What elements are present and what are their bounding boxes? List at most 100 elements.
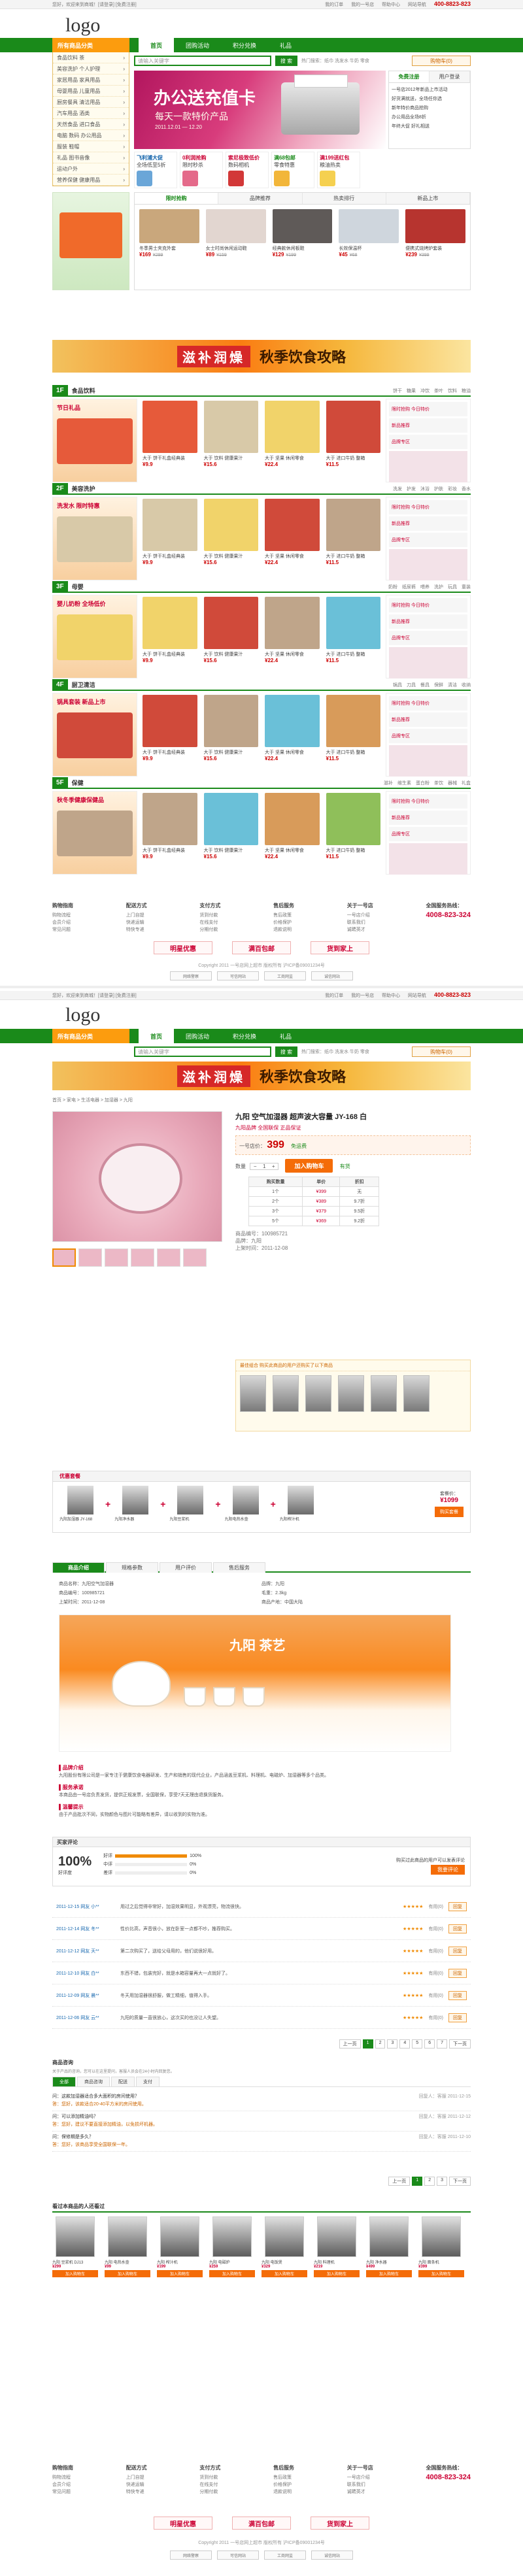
- package-item[interactable]: 九阳加湿器 JY-168: [59, 1486, 101, 1522]
- cert-badge[interactable]: 网络警察: [170, 971, 212, 980]
- add-to-cart-button[interactable]: 加入购物车: [209, 2270, 255, 2277]
- floor-subcategory-link[interactable]: 奶粉: [388, 585, 397, 590]
- add-to-cart-button[interactable]: 加入购物车: [418, 2270, 464, 2277]
- wide-promo-banner[interactable]: 滋补润燥 秋季饮食攻略: [52, 1062, 471, 1090]
- promo-tile[interactable]: 索尼极致低价 数码相机: [226, 152, 269, 188]
- useful-link[interactable]: 有用(0): [428, 1926, 443, 1932]
- product-card[interactable]: 大于 饮料 健康果汁 ¥15.6: [202, 399, 261, 469]
- plus-icon[interactable]: +: [269, 1163, 278, 1169]
- floor-side-image[interactable]: [389, 451, 467, 482]
- floor-side-ad[interactable]: 品牌专区: [389, 533, 467, 547]
- floor-name[interactable]: 美容洗护: [68, 484, 95, 493]
- review-user[interactable]: 2011-12-06 网友 云**: [56, 2015, 115, 2021]
- floor-subcategory-link[interactable]: 茶饮: [434, 781, 443, 786]
- product-card[interactable]: 大于 进口牛奶 整箱 ¥11.5: [324, 693, 383, 763]
- link-help[interactable]: 帮助中心: [382, 3, 400, 7]
- package-item[interactable]: 九阳榨汁机: [280, 1486, 322, 1522]
- product-card[interactable]: 便携式烧烤炉套装 ¥239 ¥399: [403, 207, 467, 259]
- add-to-cart-button[interactable]: 加入购物车: [262, 2270, 307, 2277]
- floor-side-ad[interactable]: 新品推荐: [389, 418, 467, 433]
- floor-name[interactable]: 厨卫清洁: [68, 680, 95, 689]
- welcome-text[interactable]: 您好，欢迎来到商城！[请登录] [免费注册]: [52, 1, 137, 8]
- floor-subcategory-link[interactable]: 粮油: [462, 389, 471, 393]
- qa-tab[interactable]: 全部: [52, 2077, 76, 2086]
- product-card[interactable]: 大于 饼干礼盒经典装 ¥9.9: [141, 399, 199, 469]
- floor-subcategory-link[interactable]: 纸尿裤: [402, 585, 416, 590]
- floor-ad[interactable]: 洗发水 限时特惠: [52, 497, 137, 580]
- tab-points[interactable]: 积分兑换: [221, 38, 268, 52]
- search-button[interactable]: 搜 索: [275, 56, 297, 66]
- add-to-cart-button[interactable]: 加入购物车: [157, 2270, 203, 2277]
- quantity-value[interactable]: 1: [260, 1163, 269, 1169]
- quantity-stepper[interactable]: −1 +: [250, 1163, 279, 1170]
- sidebar-item[interactable]: 服装 鞋帽 ›: [53, 141, 129, 152]
- sidebar-item[interactable]: 家居用品 家具用品 ›: [53, 75, 129, 86]
- tab-new[interactable]: 新品上市: [386, 193, 470, 204]
- add-to-cart-button[interactable]: 加入购物车: [105, 2270, 150, 2277]
- promo-tile[interactable]: 飞利浦大促 全场低至5折: [134, 152, 177, 188]
- promo-tile[interactable]: 0利润抢购 限时秒杀: [180, 152, 223, 188]
- qa-tab[interactable]: 商品咨询: [77, 2077, 110, 2086]
- combo-item-image[interactable]: [338, 1375, 364, 1412]
- floor-subcategory-link[interactable]: 维生素: [397, 781, 411, 786]
- combo-item-image[interactable]: [273, 1375, 299, 1412]
- sidebar-item[interactable]: 礼品 图书音像 ›: [53, 152, 129, 163]
- thumbnail[interactable]: [52, 1248, 76, 1267]
- product-card[interactable]: 大于 坚果 休闲零食 ¥22.4: [263, 791, 322, 861]
- reply-button[interactable]: 回复: [448, 2013, 467, 2022]
- floor-side-ad[interactable]: 品牌专区: [389, 729, 467, 743]
- floor-side-ad[interactable]: 新品推荐: [389, 614, 467, 629]
- useful-link[interactable]: 有用(0): [428, 1903, 443, 1910]
- product-card[interactable]: 长效保温杯 ¥45 ¥68: [337, 207, 401, 259]
- combo-item-image[interactable]: [305, 1375, 331, 1412]
- tab-service[interactable]: 售后服务: [213, 1562, 265, 1573]
- tab-intro[interactable]: 商品介绍: [52, 1562, 105, 1573]
- tab-flash-sale[interactable]: 限时抢购: [135, 193, 219, 204]
- product-card[interactable]: 大于 坚果 休闲零食 ¥22.4: [263, 399, 322, 469]
- floor-ad[interactable]: 节日礼品: [52, 399, 137, 482]
- review-user[interactable]: 2011-12-12 网友 天**: [56, 1948, 115, 1954]
- reply-button[interactable]: 回复: [448, 1990, 467, 2000]
- floor-side-ad[interactable]: 限时抢购 今日特价: [389, 500, 467, 514]
- floor-name[interactable]: 食品饮料: [68, 386, 95, 395]
- product-card[interactable]: 大于 进口牛奶 整箱 ¥11.5: [324, 399, 383, 469]
- floor-subcategory-link[interactable]: 护发: [407, 487, 416, 492]
- floor-subcategory-link[interactable]: 喂养: [420, 585, 430, 590]
- floor-ad[interactable]: 秋冬季健康保健品: [52, 791, 137, 875]
- sidebar-item[interactable]: 营养保健 健康用品 ›: [53, 175, 129, 186]
- product-card[interactable]: 大于 坚果 休闲零食 ¥22.4: [263, 595, 322, 665]
- service-badge[interactable]: 明星优惠: [154, 941, 212, 954]
- write-review-button[interactable]: 我要评论: [431, 1865, 465, 1875]
- add-to-cart-button[interactable]: 加入购物车: [52, 2270, 98, 2277]
- floor-side-ad[interactable]: 品牌专区: [389, 631, 467, 645]
- cert-badge[interactable]: 诚信网站: [311, 971, 353, 980]
- logo[interactable]: logo: [65, 1004, 100, 1026]
- floor-side-ad[interactable]: 限时抢购 今日特价: [389, 402, 467, 416]
- tab-gifts[interactable]: 礼品: [268, 38, 303, 52]
- link-my[interactable]: 我的一号店: [351, 3, 374, 7]
- product-card[interactable]: 大于 饮料 健康果汁 ¥15.6: [202, 595, 261, 665]
- also-viewed-item[interactable]: 九阳 豆浆机 DJ13 ¥299 加入购物车: [52, 2216, 98, 2277]
- add-to-cart-button[interactable]: 加入购物车: [285, 1159, 333, 1173]
- also-viewed-item[interactable]: 九阳 料理机 ¥219 加入购物车: [314, 2216, 360, 2277]
- tab-groupbuy[interactable]: 团购活动: [174, 38, 221, 52]
- hero-banner[interactable]: 办公送充值卡 每天一款特价产品 2011.12.01 — 12.20: [134, 71, 386, 149]
- also-viewed-item[interactable]: 九阳 电热水壶 ¥99 加入购物车: [105, 2216, 150, 2277]
- product-card[interactable]: 大于 进口牛奶 整箱 ¥11.5: [324, 791, 383, 861]
- reply-button[interactable]: 回复: [448, 1924, 467, 1933]
- sidebar-item[interactable]: 美容洗护 个人护理 ›: [53, 63, 129, 75]
- useful-link[interactable]: 有用(0): [428, 1970, 443, 1977]
- sidebar-item[interactable]: 天然食品 进口食品 ›: [53, 119, 129, 130]
- floor-subcategory-link[interactable]: 清洁: [448, 683, 457, 688]
- floor-side-ad[interactable]: 限时抢购 今日特价: [389, 598, 467, 612]
- floor-subcategory-link[interactable]: 饮料: [448, 389, 457, 393]
- link-orders[interactable]: 我的订单: [325, 3, 343, 7]
- floor-side-image[interactable]: [389, 745, 467, 777]
- floor-subcategory-link[interactable]: 饼干: [393, 389, 402, 393]
- tab-reviews[interactable]: 用户评价: [160, 1562, 212, 1573]
- logo[interactable]: logo: [65, 14, 100, 37]
- useful-link[interactable]: 有用(0): [428, 1948, 443, 1954]
- review-user[interactable]: 2011-12-15 网友 小**: [56, 1903, 115, 1910]
- search-input[interactable]: 请输入关键字: [134, 56, 271, 66]
- floor-subcategory-link[interactable]: 滋补: [384, 781, 393, 786]
